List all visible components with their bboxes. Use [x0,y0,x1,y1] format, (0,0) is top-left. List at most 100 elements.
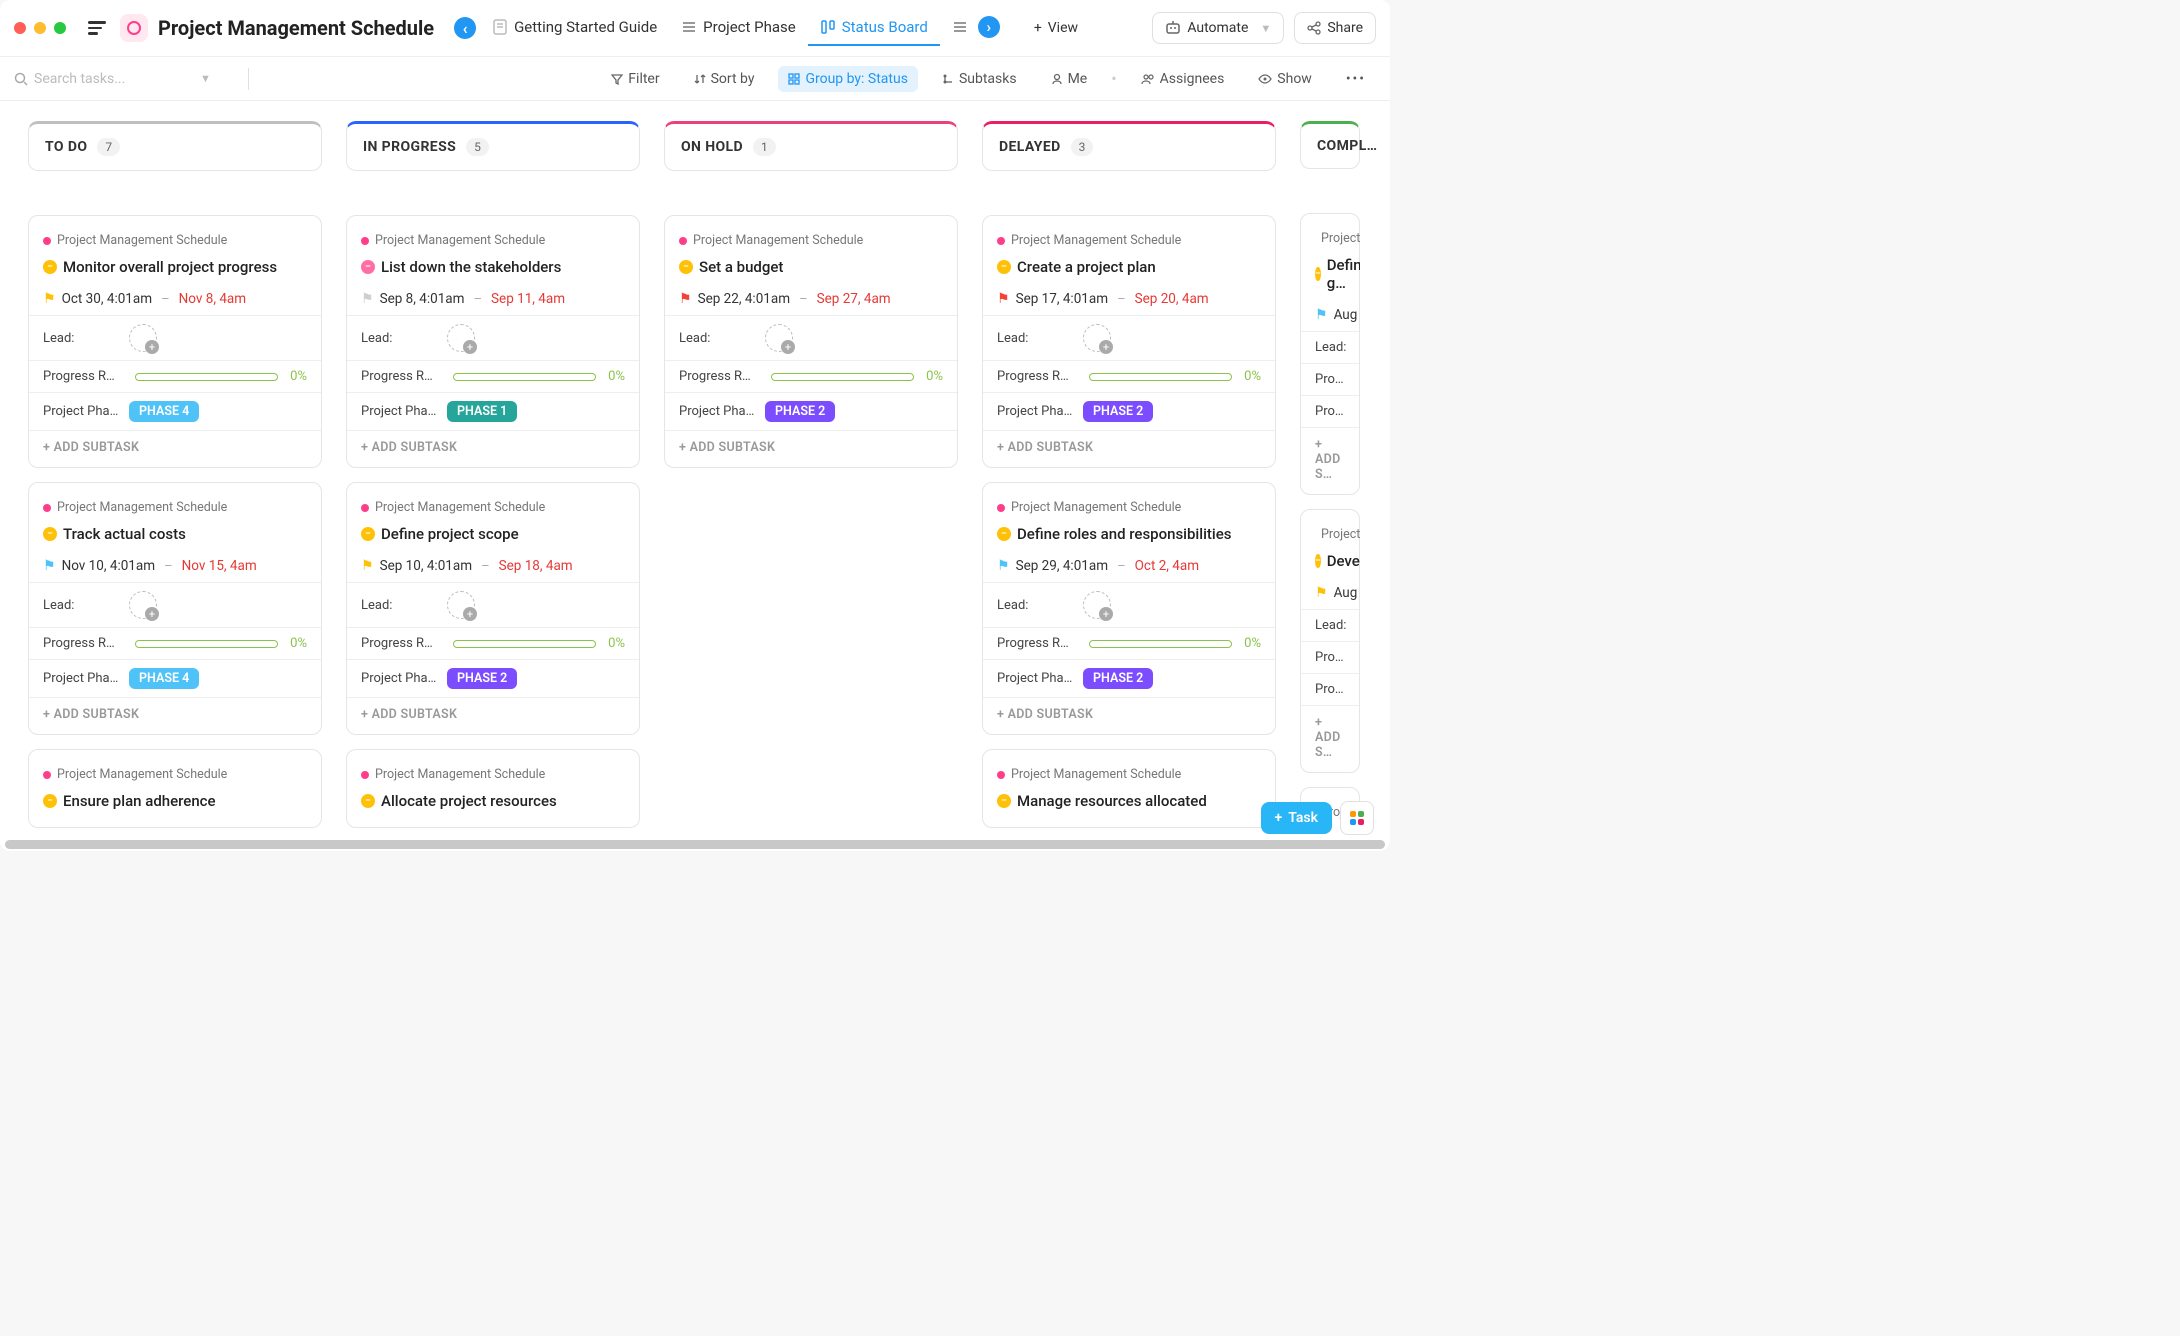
card-project: Project Management Schedule [57,500,227,515]
column-count: 1 [753,138,776,156]
task-card[interactable]: Project Management Schedule–Monitor over… [28,215,322,468]
tab-getting-started[interactable]: Getting Started Guide [480,10,669,46]
task-card[interactable]: Project Management Schedule–Ensure plan … [28,749,322,828]
kanban-board[interactable]: TO DO7 Project Management Schedule–Monito… [0,101,1390,851]
apps-button[interactable] [1340,801,1374,835]
show-button[interactable]: Show [1248,66,1322,92]
automate-button[interactable]: Automate ▼ [1152,12,1284,44]
add-subtask-button[interactable]: + ADD SUBTASK [43,701,307,722]
status-icon: – [43,260,57,274]
column-header[interactable]: DELAYED3 [982,121,1276,171]
task-card[interactable]: Project Management Schedule–Track actual… [28,482,322,735]
assignees-button[interactable]: Assignees [1131,66,1235,92]
progress-bar[interactable] [771,373,914,381]
lead-label: Lead: [997,598,1077,613]
flag-icon[interactable]: ⚑ [361,291,374,307]
project-dot-icon [361,771,369,779]
add-subtask-button[interactable]: + ADD SUBTASK [43,434,307,455]
project-icon [120,14,148,42]
task-card[interactable]: Project Management Schedule–List down th… [346,215,640,468]
me-button[interactable]: Me [1041,66,1098,92]
sort-button[interactable]: Sort by [684,66,765,92]
column-header[interactable]: COMPL… [1300,121,1360,169]
phase-badge[interactable]: PHASE 2 [1083,401,1153,422]
flag-icon[interactable]: ⚑ [1315,307,1328,323]
add-subtask-button[interactable]: + ADD S… [1315,431,1345,482]
progress-bar[interactable] [1089,373,1232,381]
flag-icon[interactable]: ⚑ [679,291,692,307]
phase-badge[interactable]: PHASE 4 [129,401,199,422]
column-header[interactable]: ON HOLD1 [664,121,958,171]
progress-bar[interactable] [1089,640,1232,648]
add-assignee-button[interactable] [129,324,157,352]
task-card[interactable]: Project Management Schedule–Allocate pro… [346,749,640,828]
end-date: Nov 15, 4am [182,558,257,574]
add-subtask-button[interactable]: + ADD SUBTASK [997,434,1261,455]
phase-badge[interactable]: PHASE 1 [447,401,517,422]
phase-badge[interactable]: PHASE 2 [765,401,835,422]
progress-bar[interactable] [453,640,596,648]
add-assignee-button[interactable] [1083,591,1111,619]
add-assignee-button[interactable] [447,324,475,352]
progress-bar[interactable] [135,373,278,381]
chevron-down-icon[interactable]: ▼ [200,72,211,85]
share-button[interactable]: Share [1294,12,1376,44]
tab-more-views[interactable]: › [940,8,1012,48]
tab-project-phase[interactable]: Project Phase [669,10,808,46]
task-card[interactable]: Project Management Schedule–Define proje… [346,482,640,735]
progress-bar[interactable] [135,640,278,648]
forward-button[interactable]: › [978,16,1000,38]
phase-label: Project Pha… [997,404,1077,419]
add-assignee-button[interactable] [447,591,475,619]
flag-icon[interactable]: ⚑ [43,291,56,307]
progress-bar[interactable] [453,373,596,381]
search-input[interactable] [34,71,194,87]
task-card[interactable]: Project…–Define g…⚑ AugLead:ProgressProj… [1300,213,1360,495]
filter-button[interactable]: Filter [601,66,669,92]
board-column: DELAYED3 Project Management Schedule–Crea… [982,121,1276,831]
back-button[interactable]: ‹ [454,17,476,39]
task-card[interactable]: Project Management Schedule–Set a budget… [664,215,958,468]
card-title: Ensure plan adherence [63,792,216,810]
add-subtask-button[interactable]: + ADD S… [1315,709,1345,760]
maximize-window-button[interactable] [54,22,66,34]
task-card[interactable]: Project Management Schedule–Define roles… [982,482,1276,735]
project-dot-icon [43,504,51,512]
flag-icon[interactable]: ⚑ [43,558,56,574]
start-date: Sep 10, 4:01am [380,558,473,574]
new-task-button[interactable]: + Task [1261,802,1332,834]
add-subtask-button[interactable]: + ADD SUBTASK [679,434,943,455]
add-subtask-button[interactable]: + ADD SUBTASK [361,701,625,722]
card-project: Project… [1321,231,1360,246]
lead-label: Lead: [43,598,123,613]
add-assignee-button[interactable] [1083,324,1111,352]
add-assignee-button[interactable] [129,591,157,619]
add-view-button[interactable]: + View [1022,13,1090,43]
close-window-button[interactable] [14,22,26,34]
flag-icon[interactable]: ⚑ [1315,585,1328,601]
task-card[interactable]: Project Management Schedule–Manage resou… [982,749,1276,828]
task-card[interactable]: Project…–Develop…⚑ AugLead:ProgressProje… [1300,509,1360,773]
card-title: Manage resources allocated [1017,792,1207,810]
phase-badge[interactable]: PHASE 2 [447,668,517,689]
add-subtask-button[interactable]: + ADD SUBTASK [997,701,1261,722]
column-header[interactable]: IN PROGRESS5 [346,121,640,171]
flag-icon[interactable]: ⚑ [997,291,1010,307]
horizontal-scrollbar[interactable] [5,840,1385,849]
add-subtask-button[interactable]: + ADD SUBTASK [361,434,625,455]
flag-icon[interactable]: ⚑ [997,558,1010,574]
subtasks-button[interactable]: Subtasks [932,66,1027,92]
minimize-window-button[interactable] [34,22,46,34]
column-header[interactable]: TO DO7 [28,121,322,171]
phase-badge[interactable]: PHASE 2 [1083,668,1153,689]
flag-icon[interactable]: ⚑ [361,558,374,574]
start-date: Sep 17, 4:01am [1016,291,1109,307]
task-card[interactable]: Project Management Schedule–Create a pro… [982,215,1276,468]
add-assignee-button[interactable] [765,324,793,352]
tab-status-board[interactable]: Status Board [808,10,940,46]
phase-badge[interactable]: PHASE 4 [129,668,199,689]
card-project: Project Management Schedule [57,233,227,248]
more-button[interactable]: ••• [1336,66,1376,92]
group-by-button[interactable]: Group by: Status [778,66,917,92]
menu-icon[interactable] [84,17,110,39]
